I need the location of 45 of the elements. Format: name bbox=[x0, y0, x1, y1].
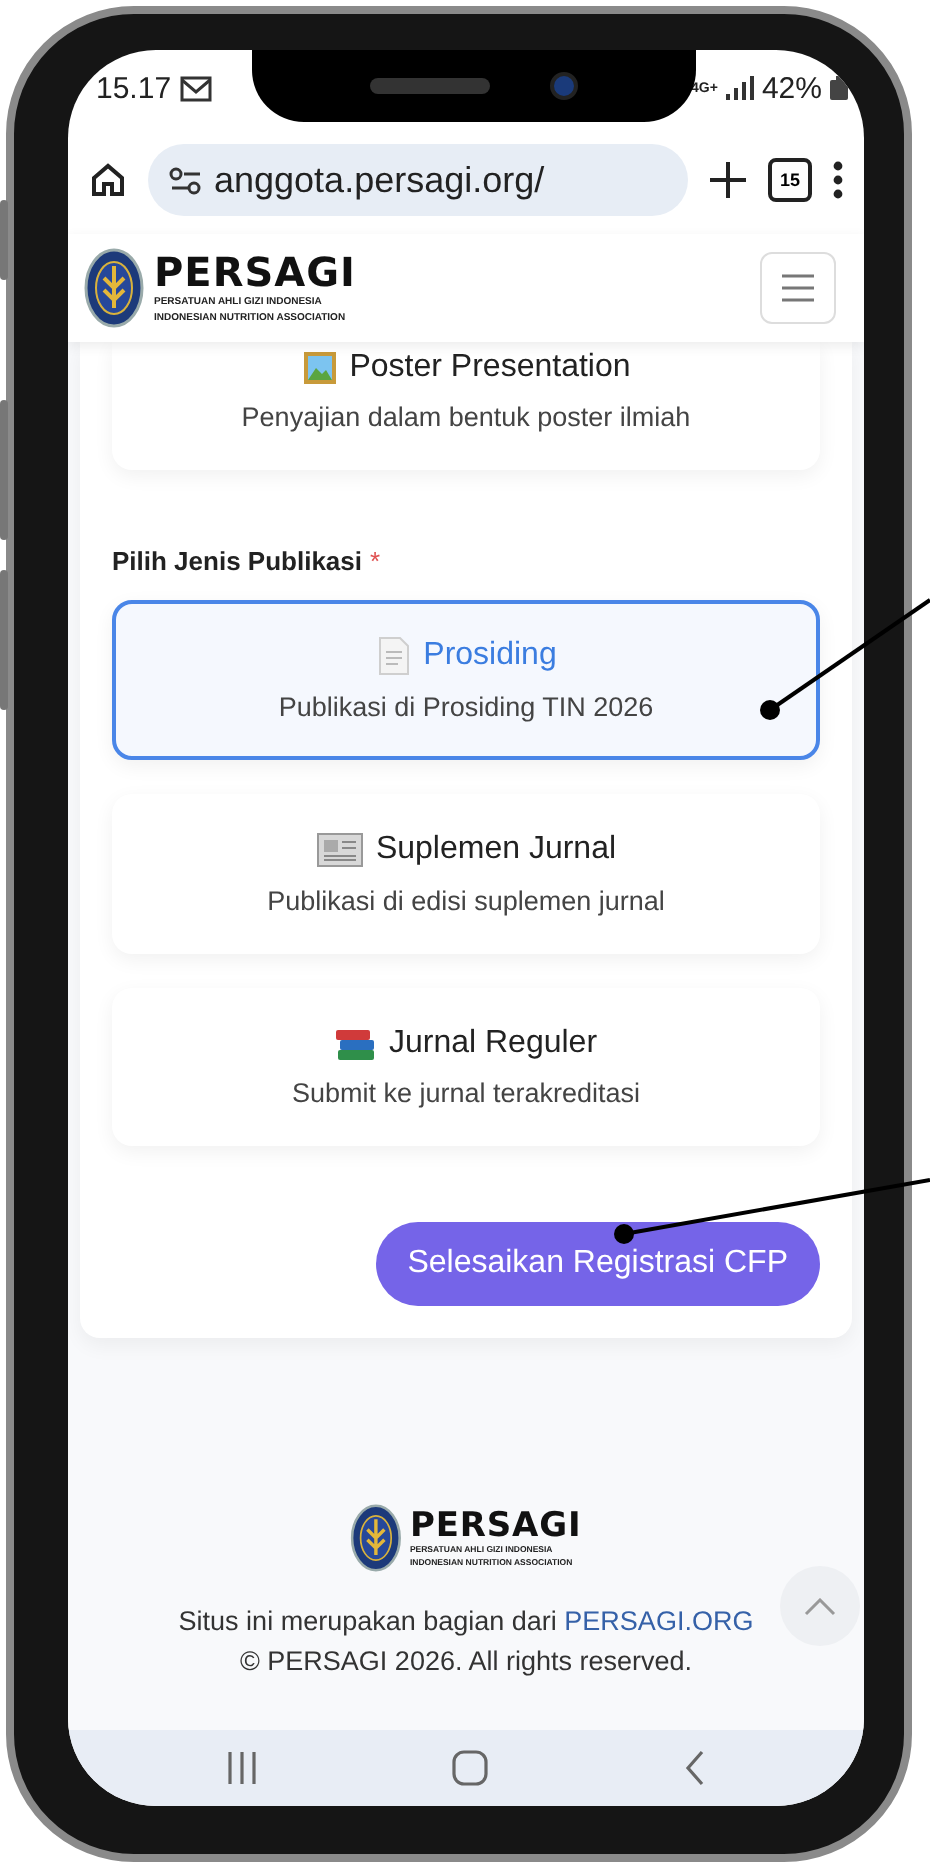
document-icon bbox=[375, 636, 412, 676]
footer-text: Situs ini merupakan bagian dari PERSAGI.ORG bbox=[178, 1606, 754, 1636]
brand-name: PERSAGI bbox=[154, 251, 356, 292]
submit-button[interactable]: Selesaikan Registrasi CFP bbox=[375, 1222, 820, 1306]
address-bar[interactable]: anggota.persagi.org/ bbox=[148, 144, 688, 216]
option-description: Publikasi di edisi suplemen jurnal bbox=[267, 886, 665, 916]
option-card[interactable]: Suplemen Jurnal Publikasi di edisi suplemen jurnal bbox=[112, 794, 820, 954]
home-icon[interactable] bbox=[88, 160, 128, 200]
plus-icon[interactable] bbox=[708, 160, 748, 200]
battery-icon bbox=[830, 76, 848, 100]
menu-icon bbox=[782, 274, 814, 302]
more-icon[interactable] bbox=[832, 160, 844, 200]
option-card[interactable]: Prosiding Publikasi di Prosiding TIN 2026 bbox=[112, 600, 820, 760]
chevron-up-icon bbox=[804, 1597, 836, 1615]
copyright-text: © PERSAGI 2026. All rights reserved. bbox=[239, 1646, 693, 1676]
option-card[interactable]: Poster Presentation Penyajian dalam bentuk poster ilmiah bbox=[112, 342, 820, 470]
brand-name: PERSAGI bbox=[409, 1506, 582, 1541]
option-card[interactable]: Jurnal Reguler Submit ke jurnal terakreditasi bbox=[112, 988, 820, 1146]
option-title: Poster Presentation bbox=[349, 350, 631, 386]
camera-lens bbox=[550, 72, 578, 100]
tab-count[interactable]: 15 bbox=[768, 158, 812, 202]
recent-apps-icon[interactable] bbox=[225, 1750, 258, 1786]
picture-icon bbox=[301, 350, 338, 386]
site-settings-icon bbox=[168, 165, 202, 195]
status-time: 15.17 bbox=[96, 71, 172, 105]
required-mark: * bbox=[370, 546, 381, 576]
books-icon bbox=[334, 1024, 377, 1062]
menu-button[interactable] bbox=[760, 252, 836, 324]
persagi-link[interactable]: PERSAGI.ORG bbox=[564, 1606, 754, 1636]
option-title: Suplemen Jurnal bbox=[375, 832, 617, 868]
option-title: Prosiding bbox=[423, 638, 557, 674]
option-description: Submit ke jurnal terakreditasi bbox=[291, 1078, 641, 1108]
option-title: Jurnal Reguler bbox=[388, 1025, 598, 1061]
field-label: Pilih Jenis Publikasi bbox=[112, 546, 362, 576]
battery-percent: 42% bbox=[761, 71, 822, 105]
option-description: Publikasi di Prosiding TIN 2026 bbox=[278, 692, 654, 722]
home-button-icon[interactable] bbox=[452, 1750, 489, 1786]
option-description: Penyajian dalam bentuk poster ilmiah bbox=[241, 402, 691, 432]
emblem-icon bbox=[84, 248, 144, 328]
signal-icon bbox=[725, 76, 754, 100]
mail-icon bbox=[179, 73, 212, 103]
back-icon[interactable] bbox=[684, 1750, 707, 1786]
emblem-icon bbox=[350, 1504, 402, 1572]
speaker-grille bbox=[370, 78, 490, 94]
newspaper-icon bbox=[315, 830, 364, 870]
